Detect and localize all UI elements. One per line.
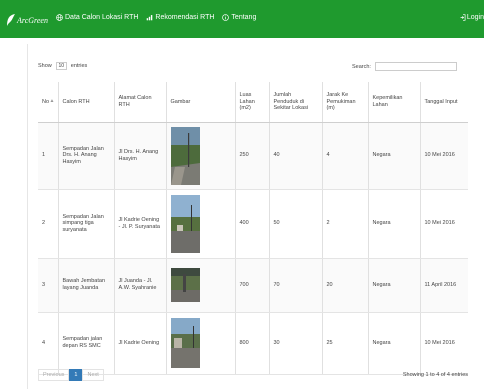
cell-kepemilikan: Negara bbox=[368, 189, 421, 259]
cell-luas: 700 bbox=[235, 258, 270, 313]
cell-calon: Sempadan Jalan Drs. H. Anang Hasyim bbox=[58, 122, 115, 190]
location-photo[interactable] bbox=[170, 126, 200, 185]
leaf-logo-icon bbox=[7, 14, 15, 26]
table-row: 4 Sempadan jalan depan RS SMC Jl Kadrie … bbox=[38, 312, 468, 375]
cell-luas: 250 bbox=[235, 122, 270, 190]
entries-select[interactable]: 10 bbox=[55, 62, 67, 70]
cell-luas: 800 bbox=[235, 312, 270, 375]
table-row: 2 Sempadan Jalan simpang tiga suryanata … bbox=[38, 189, 468, 259]
col-jumlah-penduduk[interactable]: Jumlah Penduduk di Sekitar Lokasi bbox=[269, 82, 323, 123]
cell-calon: Sempadan jalan depan RS SMC bbox=[58, 312, 115, 375]
col-calon-rth[interactable]: Calon RTH bbox=[58, 82, 115, 123]
cell-jumlah: 30 bbox=[269, 312, 323, 375]
cell-alamat: Jl Juanda - Jl. A.W. Syahranie bbox=[114, 258, 167, 313]
search-box: Search: bbox=[352, 62, 457, 71]
brand-name: ArcGreen bbox=[17, 15, 48, 25]
cell-tanggal: 10 Mei 2016 bbox=[420, 189, 468, 259]
cell-luas: 400 bbox=[235, 189, 270, 259]
cell-jarak: 25 bbox=[322, 312, 369, 375]
col-jarak[interactable]: Jarak Ke Pemukiman (m) bbox=[322, 82, 369, 123]
main-nav: Data Calon Lokasi RTH Rekomendasi RTH Te… bbox=[56, 14, 264, 21]
login-icon bbox=[460, 14, 466, 21]
cell-no: 1 bbox=[38, 122, 59, 190]
cell-tanggal: 10 Mei 2016 bbox=[420, 312, 468, 375]
col-no[interactable]: No ▲ bbox=[38, 82, 59, 123]
entries-label: entries bbox=[70, 63, 88, 69]
cell-calon: Sempadan Jalan simpang tiga suryanata bbox=[58, 189, 115, 259]
cell-jumlah: 40 bbox=[269, 122, 323, 190]
nav-item-label: Tentang bbox=[231, 14, 257, 21]
table-row: 1 Sempadan Jalan Drs. H. Anang Hasyim Jl… bbox=[38, 122, 468, 190]
cell-jumlah: 50 bbox=[269, 189, 323, 259]
content-panel: Show 10 entries Search: No ▲ Calon RTH Al… bbox=[27, 44, 484, 389]
cell-no: 2 bbox=[38, 189, 59, 259]
chart-icon bbox=[147, 15, 153, 21]
cell-kepemilikan: Negara bbox=[368, 258, 421, 313]
info-icon bbox=[222, 14, 230, 21]
cell-jumlah: 70 bbox=[269, 258, 323, 313]
cell-gambar bbox=[166, 258, 236, 313]
show-label: Show bbox=[38, 63, 52, 69]
nav-item-label: Data Calon Lokasi RTH bbox=[65, 14, 139, 21]
nav-item-data-calon[interactable]: Data Calon Lokasi RTH bbox=[56, 14, 138, 21]
cell-kepemilikan: Negara bbox=[368, 312, 421, 375]
cell-tanggal: 10 Mei 2016 bbox=[420, 122, 468, 190]
cell-alamat: Jl Kadrie Oening bbox=[114, 312, 167, 375]
nav-item-tentang[interactable]: Tentang bbox=[222, 14, 256, 21]
login-label: Login bbox=[466, 14, 484, 21]
cell-jarak: 2 bbox=[322, 189, 369, 259]
page-1-button[interactable]: 1 bbox=[69, 369, 83, 381]
cell-gambar bbox=[166, 122, 236, 190]
col-kepemilikan[interactable]: Kepemilikan Lahan bbox=[368, 82, 421, 123]
search-label: Search: bbox=[352, 63, 371, 70]
table-controls: Show 10 entries Search: bbox=[38, 60, 478, 74]
entries-info: Showing 1 to 4 of 4 entries bbox=[402, 372, 468, 378]
col-tanggal[interactable]: Tanggal Input bbox=[420, 82, 468, 123]
cell-alamat: Jl Kadrie Oening - Jl. P. Suryanata bbox=[114, 189, 167, 259]
table-row: 3 Bawah Jembatan layang Juanda Jl Juanda… bbox=[38, 258, 468, 313]
previous-button[interactable]: Previous bbox=[38, 369, 70, 381]
table-header-row: No ▲ Calon RTH Alamat Calon RTH Gambar Lu… bbox=[38, 82, 468, 123]
entries-select-value: 10 bbox=[58, 63, 65, 69]
next-button[interactable]: Next bbox=[82, 369, 104, 381]
cell-jarak: 20 bbox=[322, 258, 369, 313]
rth-table: No ▲ Calon RTH Alamat Calon RTH Gambar Lu… bbox=[38, 82, 468, 375]
cell-calon: Bawah Jembatan layang Juanda bbox=[58, 258, 115, 313]
cell-gambar bbox=[166, 312, 236, 375]
cell-jarak: 4 bbox=[322, 122, 369, 190]
brand[interactable]: ArcGreen bbox=[6, 11, 48, 29]
sort-asc-icon: ▲ bbox=[49, 98, 55, 104]
search-input[interactable] bbox=[374, 62, 457, 71]
entries-length: Show 10 entries bbox=[38, 62, 87, 70]
cell-gambar bbox=[166, 189, 236, 259]
col-gambar[interactable]: Gambar bbox=[166, 82, 236, 123]
globe-icon bbox=[56, 14, 63, 21]
col-luas[interactable]: Luas Lahan (m2) bbox=[235, 82, 270, 123]
cell-kepemilikan: Negara bbox=[368, 122, 421, 190]
table-footer: Previous 1 Next Showing 1 to 4 of 4 entr… bbox=[38, 369, 468, 383]
cell-alamat: Jl Drs. H. Anang Hasyim bbox=[114, 122, 167, 190]
cell-no: 3 bbox=[38, 258, 59, 313]
location-photo[interactable] bbox=[170, 194, 200, 253]
location-photo[interactable] bbox=[170, 268, 200, 302]
login-link[interactable]: Login bbox=[460, 14, 484, 21]
location-photo[interactable] bbox=[170, 318, 200, 368]
nav-item-rekomendasi[interactable]: Rekomendasi RTH bbox=[146, 14, 214, 21]
col-alamat[interactable]: Alamat Calon RTH bbox=[114, 82, 167, 123]
cell-tanggal: 11 April 2016 bbox=[420, 258, 468, 313]
navbar: ArcGreen Data Calon Lokasi RTH Rekomenda… bbox=[0, 0, 484, 38]
nav-item-label: Rekomendasi RTH bbox=[155, 14, 215, 21]
cell-no: 4 bbox=[38, 312, 59, 375]
pagination: Previous 1 Next bbox=[38, 369, 104, 381]
